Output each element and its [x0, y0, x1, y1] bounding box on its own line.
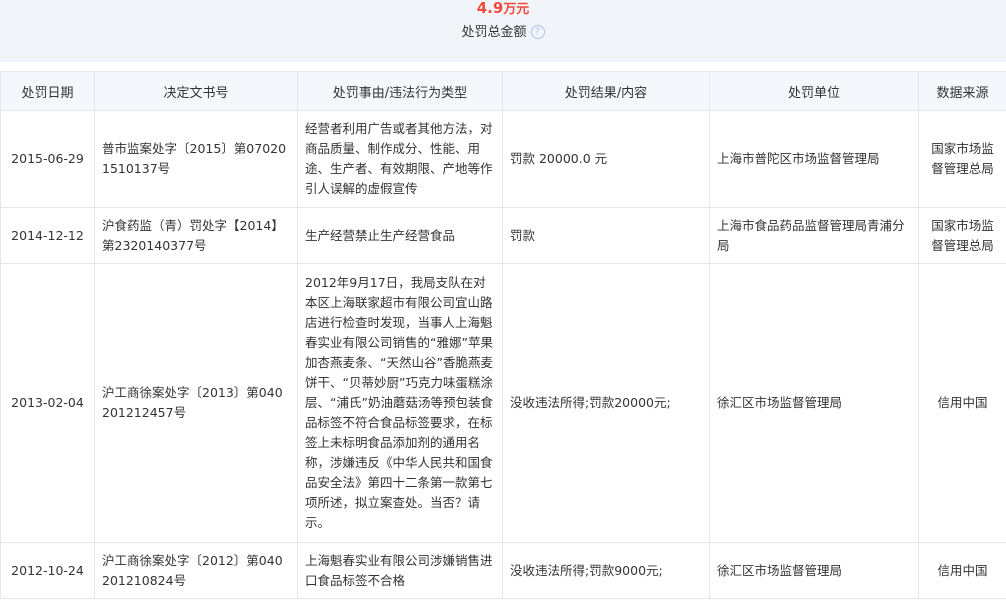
cell-doc-no: 普市监案处字〔2015〕第070201510137号: [94, 110, 298, 208]
header-penalty-unit: 处罚单位: [709, 71, 919, 111]
cell-doc-no: 沪食药监（青）罚处字【2014】第2320140377号: [94, 207, 298, 264]
cell-result: 罚款: [502, 207, 710, 264]
cell-reason: 经营者利用广告或者其他方法，对商品质量、制作成分、性能、用途、生产者、有效期限、…: [297, 110, 503, 208]
penalty-records-table: 处罚日期 决定文书号 处罚事由/违法行为类型 处罚结果/内容 处罚单位 数据来源…: [0, 71, 1006, 599]
cell-result: 罚款 20000.0 元: [502, 110, 710, 208]
header-decision-doc-no: 决定文书号: [94, 71, 298, 111]
amount-unit: 万元: [503, 2, 530, 17]
total-penalty-amount: 4.9万元: [0, 0, 1006, 20]
amount-value: 4.9: [476, 0, 504, 17]
cell-doc-no: 沪工商徐案处字〔2013〕第040201212457号: [94, 263, 298, 543]
cell-reason: 上海魁春实业有限公司涉嫌销售进口食品标签不合格: [297, 542, 503, 599]
cell-date: 2015-06-29: [0, 110, 95, 208]
cell-date: 2013-02-04: [0, 263, 95, 543]
header-penalty-result: 处罚结果/内容: [502, 71, 710, 111]
cell-unit: 上海市普陀区市场监督管理局: [709, 110, 919, 208]
cell-doc-no: 沪工商徐案处字〔2012〕第040201210824号: [94, 542, 298, 599]
cell-source: 信用中国: [918, 542, 1006, 599]
cell-reason: 2012年9月17日，我局支队在对本区上海联家超市有限公司宜山路店进行检查时发现…: [297, 263, 503, 543]
cell-source: 信用中国: [918, 263, 1006, 543]
table-row: 2014-12-12 沪食药监（青）罚处字【2014】第2320140377号 …: [0, 207, 1006, 264]
cell-source: 国家市场监督管理总局: [918, 110, 1006, 208]
cell-source: 国家市场监督管理总局: [918, 207, 1006, 264]
header-penalty-date: 处罚日期: [0, 71, 95, 111]
table-row: 2015-06-29 普市监案处字〔2015〕第070201510137号 经营…: [0, 110, 1006, 208]
cell-unit: 上海市食品药品监督管理局青浦分局: [709, 207, 919, 264]
cell-unit: 徐汇区市场监督管理局: [709, 263, 919, 543]
penalty-summary: 4.9万元 处罚总金额?: [0, 0, 1006, 62]
cell-unit: 徐汇区市场监督管理局: [709, 542, 919, 599]
table-header-row: 处罚日期 决定文书号 处罚事由/违法行为类型 处罚结果/内容 处罚单位 数据来源: [0, 71, 1006, 111]
header-penalty-reason: 处罚事由/违法行为类型: [297, 71, 503, 111]
table-row: 2012-10-24 沪工商徐案处字〔2012〕第040201210824号 上…: [0, 542, 1006, 599]
table-row: 2013-02-04 沪工商徐案处字〔2013〕第040201212457号 2…: [0, 263, 1006, 543]
cell-reason: 生产经营禁止生产经营食品: [297, 207, 503, 264]
cell-date: 2012-10-24: [0, 542, 95, 599]
cell-result: 没收违法所得;罚款20000元;: [502, 263, 710, 543]
total-penalty-label: 处罚总金额?: [0, 24, 1006, 42]
help-icon[interactable]: ?: [530, 24, 545, 39]
cell-result: 没收违法所得;罚款9000元;: [502, 542, 710, 599]
summary-label-text: 处罚总金额: [461, 25, 527, 40]
header-data-source: 数据来源: [918, 71, 1006, 111]
cell-date: 2014-12-12: [0, 207, 95, 264]
